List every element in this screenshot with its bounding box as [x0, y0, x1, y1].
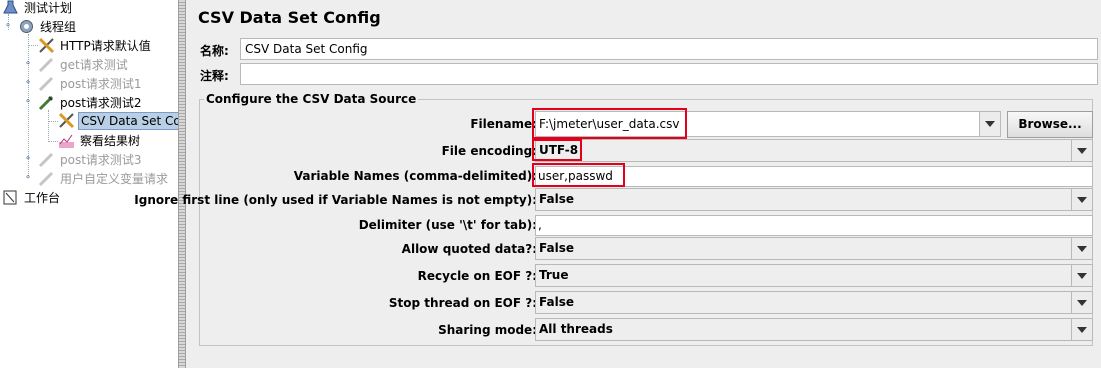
allow-quoted-select[interactable]: False: [535, 237, 1093, 260]
tree-item-user-variables-request[interactable]: 用户自定义变量请求: [38, 169, 170, 188]
pipette-icon: [38, 75, 55, 92]
tree-expand-handle[interactable]: ⚬: [24, 60, 32, 69]
tree-item-http-defaults[interactable]: HTTP请求默认值: [38, 36, 153, 55]
name-label: 名称:: [200, 44, 229, 58]
allow-quoted-label: Allow quoted data?:: [401, 242, 537, 256]
sharing-mode-label: Sharing mode:: [438, 323, 537, 337]
stop-thread-eof-value: False: [539, 295, 574, 309]
pipette-icon: [38, 170, 55, 187]
pipette-icon: [38, 151, 55, 168]
chevron-down-icon[interactable]: [1071, 319, 1092, 340]
comment-label: 注释:: [200, 69, 229, 83]
tree-item-get-request[interactable]: get请求测试: [38, 55, 130, 74]
tree-item-workbench[interactable]: 工作台: [2, 188, 62, 207]
tree-item-post-request-1[interactable]: post请求测试1: [38, 74, 144, 93]
tree-item-csv-data-set[interactable]: CSV Data Set Co: [58, 111, 178, 130]
tree-item-thread-group[interactable]: 线程组: [18, 17, 78, 36]
group-title: Configure the CSV Data Source: [206, 92, 417, 106]
split-pane-divider[interactable]: [178, 0, 186, 368]
ignore-first-line-label: Ignore first line (only used if Variable…: [134, 193, 537, 207]
pipette-icon: [38, 56, 55, 73]
encoding-select[interactable]: UTF-8: [535, 139, 1093, 162]
tree-collapse-handle[interactable]: ⚬: [4, 22, 12, 31]
filename-value: F:\jmeter\user_data.csv: [539, 117, 680, 131]
encoding-value: UTF-8: [539, 143, 579, 157]
chart-icon: [58, 132, 75, 149]
tree-item-post-request-2[interactable]: post请求测试2: [38, 93, 144, 112]
delimiter-label: Delimiter (use '\t' for tab):: [358, 218, 537, 232]
chevron-down-icon[interactable]: [1071, 238, 1092, 259]
tree-connector: [48, 110, 49, 142]
tree-connector: [48, 141, 58, 142]
chevron-down-icon[interactable]: [1071, 265, 1092, 286]
recycle-eof-value: True: [539, 268, 569, 282]
tree-item-view-results[interactable]: 察看结果树: [58, 131, 142, 150]
chevron-down-icon[interactable]: [1071, 292, 1092, 313]
tree-collapse-handle[interactable]: ⚬: [24, 98, 32, 107]
comment-field[interactable]: [240, 63, 1098, 85]
csv-config-panel: CSV Data Set Config 名称: CSV Data Set Con…: [134, 0, 1101, 368]
test-plan-tree[interactable]: 测试计划 ⚬ 线程组 HTTP请求默认值 ⚬ get请求测试 ⚬ post请求测…: [0, 0, 178, 368]
tree-connector: [48, 121, 58, 122]
variable-names-label: Variable Names (comma-delimited):: [293, 169, 537, 183]
delimiter-input[interactable]: ,: [535, 215, 1093, 236]
recycle-eof-select[interactable]: True: [535, 264, 1093, 287]
tools-icon: [38, 37, 55, 54]
sharing-mode-select[interactable]: All threads: [535, 318, 1093, 341]
filename-label: Filename:: [470, 117, 537, 131]
chevron-down-icon[interactable]: [1071, 140, 1092, 161]
ignore-first-line-select[interactable]: False: [535, 188, 1093, 211]
stop-thread-eof-label: Stop thread on EOF ?:: [388, 296, 537, 310]
variable-names-input[interactable]: user,passwd: [535, 166, 1093, 187]
tree-item-post-request-3[interactable]: post请求测试3: [38, 150, 144, 169]
workbench-icon: [2, 189, 19, 206]
encoding-label: File encoding:: [441, 144, 537, 158]
gear-icon: [18, 18, 35, 35]
test-plan-icon: [2, 0, 19, 16]
allow-quoted-value: False: [539, 241, 574, 255]
sharing-mode-value: All threads: [539, 322, 613, 336]
tree-expand-handle[interactable]: ⚬: [24, 79, 32, 88]
browse-button[interactable]: Browse...: [1007, 111, 1093, 138]
tree-expand-handle[interactable]: ⚬: [24, 174, 32, 183]
page-title: CSV Data Set Config: [198, 8, 381, 27]
tree-connector: [28, 45, 38, 46]
tree-item-test-plan[interactable]: 测试计划: [2, 0, 74, 17]
tree-expand-handle[interactable]: ⚬: [24, 155, 32, 164]
name-field[interactable]: CSV Data Set Config: [240, 38, 1098, 60]
tools-icon: [58, 112, 75, 129]
ignore-first-line-value: False: [539, 192, 574, 206]
recycle-eof-label: Recycle on EOF ?:: [417, 269, 537, 283]
chevron-down-icon[interactable]: [1071, 189, 1092, 210]
stop-thread-eof-select[interactable]: False: [535, 291, 1093, 314]
pipette-icon: [38, 94, 55, 111]
chevron-down-icon[interactable]: [979, 112, 1000, 136]
filename-field[interactable]: F:\jmeter\user_data.csv: [535, 111, 1001, 137]
